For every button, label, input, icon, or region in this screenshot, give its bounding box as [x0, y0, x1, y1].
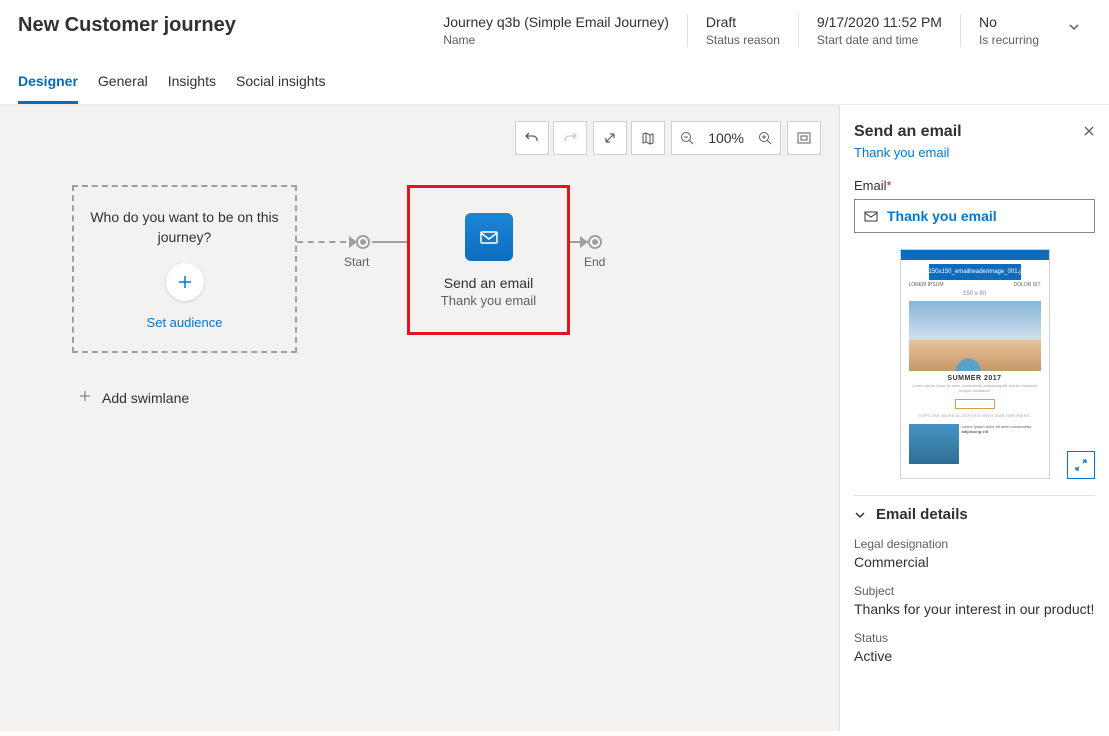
- field-value-status: Active: [854, 648, 1095, 664]
- properties-panel: Send an email Thank you email Email* Tha…: [839, 105, 1109, 731]
- email-details-toggle[interactable]: Email details: [854, 506, 1095, 523]
- add-swimlane-label: Add swimlane: [102, 390, 189, 406]
- start-node[interactable]: [356, 235, 370, 249]
- tab-bar: Designer General Insights Social insight…: [0, 55, 1109, 105]
- email-value: Thank you email: [887, 208, 997, 224]
- tab-general[interactable]: General: [98, 65, 148, 104]
- tile-title: Send an email: [444, 275, 534, 291]
- arrowhead-icon: [580, 236, 588, 248]
- panel-subtitle-link[interactable]: Thank you email: [854, 145, 1095, 160]
- email-lookup-field[interactable]: Thank you email: [854, 199, 1095, 233]
- chevron-down-icon: [854, 509, 866, 521]
- add-swimlane-button[interactable]: Add swimlane: [78, 389, 189, 406]
- plus-icon: [176, 273, 194, 291]
- set-audience-link[interactable]: Set audience: [147, 315, 223, 330]
- audience-placeholder[interactable]: Who do you want to be on this journey? S…: [72, 185, 297, 353]
- end-label: End: [584, 255, 605, 269]
- field-value-subject: Thanks for your interest in our product!: [854, 601, 1095, 617]
- page-header: New Customer journey Journey q3b (Simple…: [0, 0, 1109, 55]
- header-meta: Journey q3b (Simple Email Journey) Name …: [425, 14, 1091, 47]
- tab-insights[interactable]: Insights: [168, 65, 216, 104]
- expand-preview-button[interactable]: [1067, 451, 1095, 479]
- tab-social-insights[interactable]: Social insights: [236, 65, 326, 104]
- chevron-down-icon: [1067, 20, 1081, 34]
- close-panel-button[interactable]: [1083, 125, 1095, 140]
- tab-designer[interactable]: Designer: [18, 65, 78, 104]
- meta-name: Journey q3b (Simple Email Journey) Name: [425, 14, 687, 47]
- audience-question: Who do you want to be on this journey?: [86, 208, 283, 247]
- field-label-legal: Legal designation: [854, 537, 1095, 551]
- field-label-subject: Subject: [854, 584, 1095, 598]
- meta-start-date: 9/17/2020 11:52 PM Start date and time: [798, 14, 960, 47]
- tile-subtitle: Thank you email: [441, 293, 536, 308]
- required-asterisk: *: [887, 178, 892, 193]
- add-audience-button[interactable]: [166, 263, 204, 301]
- plus-icon: [78, 389, 92, 406]
- field-label-status: Status: [854, 631, 1095, 645]
- email-preview-wrap: 150x150_emailheaderimage_001.jpg LOREM I…: [854, 249, 1095, 479]
- end-node[interactable]: [588, 235, 602, 249]
- close-icon: [1083, 125, 1095, 137]
- email-field-label: Email*: [854, 178, 1095, 193]
- header-expand-button[interactable]: [1057, 14, 1091, 45]
- page-title: New Customer journey: [18, 14, 425, 37]
- expand-icon: [1074, 458, 1088, 472]
- designer-canvas-container: 100% Who do you want to be on this journ…: [0, 105, 839, 731]
- canvas[interactable]: Who do you want to be on this journey? S…: [0, 105, 839, 265]
- start-label: Start: [344, 255, 369, 269]
- mail-icon: [478, 226, 500, 248]
- meta-status: Draft Status reason: [687, 14, 798, 47]
- mail-icon: [863, 208, 879, 224]
- email-details-section: Email details Legal designation Commerci…: [854, 495, 1095, 664]
- email-preview-thumbnail: 150x150_emailheaderimage_001.jpg LOREM I…: [900, 249, 1050, 479]
- panel-title: Send an email: [854, 123, 962, 141]
- meta-recurring: No Is recurring: [960, 14, 1057, 47]
- email-icon-box: [465, 213, 513, 261]
- panel-title-row: Send an email: [854, 123, 1095, 141]
- send-email-tile[interactable]: Send an email Thank you email: [407, 185, 570, 335]
- field-value-legal: Commercial: [854, 554, 1095, 570]
- connector-dashed: [297, 241, 357, 243]
